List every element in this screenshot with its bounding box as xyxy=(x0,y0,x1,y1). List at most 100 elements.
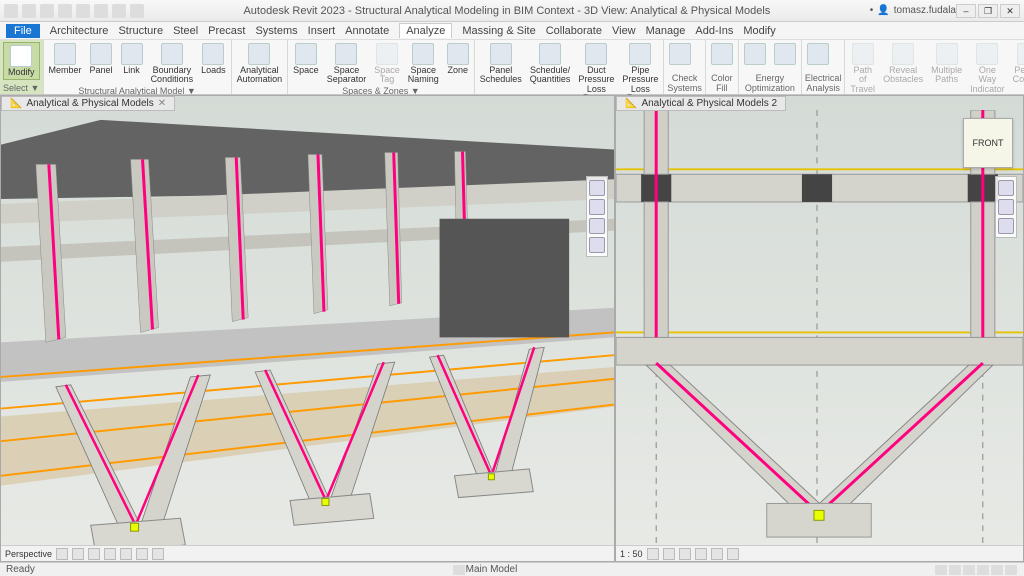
view-tab-right[interactable]: 📐Analytical & Physical Models 2 xyxy=(616,96,786,111)
loads-button[interactable]: Loads xyxy=(199,42,228,76)
close-tab-icon[interactable]: ✕ xyxy=(158,98,166,109)
hide-isolate-icon[interactable] xyxy=(136,548,148,560)
sun-path-icon[interactable] xyxy=(679,548,691,560)
space-naming-button[interactable]: SpaceNaming xyxy=(406,42,441,86)
select-links-icon[interactable] xyxy=(935,565,947,575)
worksets-icon[interactable] xyxy=(453,565,465,575)
tab-structure[interactable]: Structure xyxy=(118,25,163,37)
modify-button[interactable]: Modify xyxy=(3,42,40,80)
view-left-3d[interactable]: 📐Analytical & Physical Models✕ xyxy=(0,95,615,562)
link-button[interactable]: Link xyxy=(119,42,145,76)
tab-steel[interactable]: Steel xyxy=(173,25,198,37)
schedule-quantities-button[interactable]: Schedule/Quantities xyxy=(528,42,573,86)
select-face-icon[interactable] xyxy=(977,565,989,575)
steering-wheel-icon[interactable] xyxy=(998,180,1014,196)
tab-collaborate[interactable]: Collaborate xyxy=(546,25,602,37)
tab-precast[interactable]: Precast xyxy=(208,25,245,37)
maximize-button[interactable]: ❐ xyxy=(978,4,998,18)
space-button[interactable]: Space xyxy=(291,42,321,76)
crop-icon[interactable] xyxy=(711,548,723,560)
multiple-paths-button: MultiplePaths xyxy=(929,42,964,86)
view-tab-left[interactable]: 📐Analytical & Physical Models✕ xyxy=(1,96,175,111)
tab-addins[interactable]: Add-Ins xyxy=(695,25,733,37)
panel-button[interactable]: Panel xyxy=(88,42,115,76)
tab-annotate[interactable]: Annotate xyxy=(345,25,389,37)
redo-icon[interactable] xyxy=(76,4,90,18)
tab-massing[interactable]: Massing & Site xyxy=(462,25,535,37)
view-cube[interactable]: FRONT xyxy=(963,118,1013,168)
tab-file[interactable]: File xyxy=(6,24,40,38)
path-travel-button: Path ofTravel xyxy=(848,42,877,95)
shadows-icon[interactable] xyxy=(104,548,116,560)
navigation-bar-right xyxy=(995,176,1017,238)
print-icon[interactable] xyxy=(94,4,108,18)
tab-analyze[interactable]: Analyze xyxy=(399,23,452,38)
status-bar: Ready Main Model xyxy=(0,562,1024,576)
minimize-button[interactable]: – xyxy=(956,4,976,18)
quick-access-toolbar xyxy=(4,4,144,18)
select-underlay-icon[interactable] xyxy=(949,565,961,575)
reveal-hidden-icon[interactable] xyxy=(152,548,164,560)
tab-view[interactable]: View xyxy=(612,25,636,37)
ribbon-group-check: Check Systems xyxy=(664,40,706,94)
status-text: Ready xyxy=(6,564,35,575)
member-button[interactable]: Member xyxy=(47,42,84,76)
analytical-automation-button[interactable]: AnalyticalAutomation xyxy=(235,42,285,86)
pan-icon[interactable] xyxy=(589,199,605,215)
ribbon-group-reports: PanelSchedules Schedule/Quantities Duct … xyxy=(475,40,665,94)
hide-isolate-icon[interactable] xyxy=(727,548,739,560)
orbit-icon[interactable] xyxy=(589,237,605,253)
visual-style-icon[interactable] xyxy=(663,548,675,560)
sync-icon[interactable] xyxy=(112,4,126,18)
detail-level-icon[interactable] xyxy=(647,548,659,560)
tab-insert[interactable]: Insert xyxy=(308,25,336,37)
ribbon-group-route: Path ofTravel RevealObstacles MultiplePa… xyxy=(845,40,1024,94)
drag-elements-icon[interactable] xyxy=(991,565,1003,575)
sun-path-icon[interactable] xyxy=(88,548,100,560)
measure-icon[interactable] xyxy=(130,4,144,18)
undo-icon[interactable] xyxy=(58,4,72,18)
view-right-elevation[interactable]: 📐Analytical & Physical Models 2 FRONT xyxy=(615,95,1024,562)
scale-label[interactable]: Perspective xyxy=(5,549,52,559)
detail-level-icon[interactable] xyxy=(56,548,68,560)
energy-opt-button-2[interactable] xyxy=(772,42,798,66)
scale-label[interactable]: 1 : 50 xyxy=(620,549,643,559)
space-separator-button[interactable]: SpaceSeparator xyxy=(325,42,369,86)
user-account[interactable]: •👤tomasz.fudala xyxy=(870,5,956,16)
energy-opt-button[interactable] xyxy=(742,42,768,66)
visual-style-icon[interactable] xyxy=(72,548,84,560)
zone-button[interactable]: Zone xyxy=(445,42,471,76)
shadows-icon[interactable] xyxy=(695,548,707,560)
model-label[interactable]: Main Model xyxy=(466,564,518,575)
crop-icon[interactable] xyxy=(120,548,132,560)
close-button[interactable]: ✕ xyxy=(1000,4,1020,18)
save-icon[interactable] xyxy=(40,4,54,18)
filter-icon[interactable] xyxy=(1005,565,1017,575)
tab-manage[interactable]: Manage xyxy=(646,25,686,37)
ribbon-tabs: File Architecture Structure Steel Precas… xyxy=(0,22,1024,40)
tab-systems[interactable]: Systems xyxy=(255,25,297,37)
elec-analysis-button[interactable] xyxy=(805,42,831,66)
oneway-indicator-button: One WayIndicator xyxy=(968,42,1007,95)
people-content-button: PeopleContent xyxy=(1011,42,1024,86)
zoom-icon[interactable] xyxy=(998,218,1014,234)
tab-architecture[interactable]: Architecture xyxy=(50,25,109,37)
user-icon: 👤 xyxy=(877,5,889,16)
ribbon-group-select: Modify Select ▼ xyxy=(0,40,44,94)
open-icon[interactable] xyxy=(22,4,36,18)
ribbon-group-elec: Electrical Analysis xyxy=(802,40,846,94)
boundary-conditions-button[interactable]: BoundaryConditions xyxy=(149,42,196,86)
zoom-icon[interactable] xyxy=(589,218,605,234)
steering-wheel-icon[interactable] xyxy=(589,180,605,196)
ribbon: Modify Select ▼ Member Panel Link Bounda… xyxy=(0,40,1024,95)
pan-icon[interactable] xyxy=(998,199,1014,215)
scene-elevation xyxy=(616,110,1023,545)
ribbon-group-colorfill: Color Fill xyxy=(706,40,739,94)
color-fill-button[interactable] xyxy=(709,42,735,66)
tab-modify[interactable]: Modify xyxy=(743,25,775,37)
check-systems-button[interactable] xyxy=(667,42,693,66)
ribbon-group-energy: Energy Optimization xyxy=(739,40,802,94)
panel-schedules-button[interactable]: PanelSchedules xyxy=(478,42,524,86)
app-icon[interactable] xyxy=(4,4,18,18)
select-pinned-icon[interactable] xyxy=(963,565,975,575)
